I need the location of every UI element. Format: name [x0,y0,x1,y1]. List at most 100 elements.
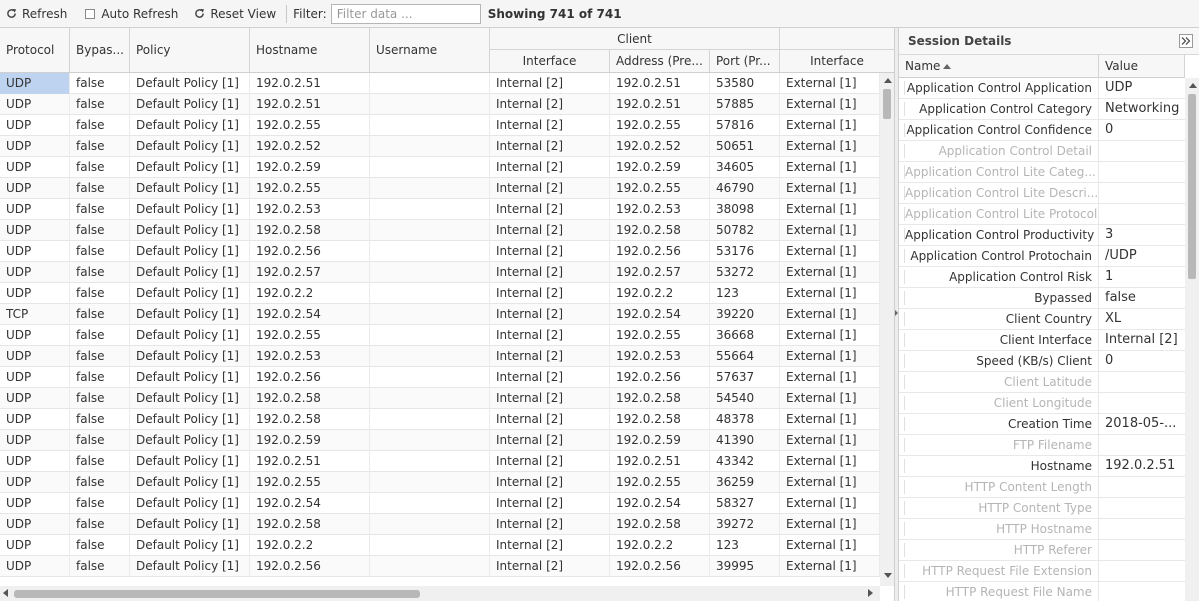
cell-username[interactable] [370,514,490,535]
detail-row[interactable]: Client Interface Internal [2] [899,330,1185,351]
cell-protocol[interactable]: UDP [0,451,70,472]
cell-policy[interactable]: Default Policy [1] [130,262,250,283]
cell-policy[interactable]: Default Policy [1] [130,514,250,535]
cell-protocol[interactable]: UDP [0,241,70,262]
cell-server-interface[interactable]: External [1] [780,535,880,556]
cell-username[interactable] [370,157,490,178]
cell-bypassed[interactable]: false [70,304,130,325]
table-row[interactable]: UDP false Default Policy [1] 192.0.2.56 Inte… [0,367,880,388]
cell-server-interface[interactable]: External [1] [780,325,880,346]
cell-client-address[interactable]: 192.0.2.55 [610,472,710,493]
detail-row[interactable]: Client Country XL [899,309,1185,330]
cell-policy[interactable]: Default Policy [1] [130,409,250,430]
cell-client-address[interactable]: 192.0.2.51 [610,451,710,472]
cell-policy[interactable]: Default Policy [1] [130,451,250,472]
scroll-thumb[interactable] [14,590,420,598]
cell-protocol[interactable]: UDP [0,388,70,409]
table-row[interactable]: UDP false Default Policy [1] 192.0.2.52 Inte… [0,136,880,157]
table-row[interactable]: UDP false Default Policy [1] 192.0.2.58 Inte… [0,409,880,430]
cell-client-address[interactable]: 192.0.2.58 [610,220,710,241]
cell-policy[interactable]: Default Policy [1] [130,241,250,262]
detail-row[interactable]: Hostname 192.0.2.51 [899,456,1185,477]
cell-server-interface[interactable]: External [1] [780,178,880,199]
detail-row[interactable]: Application Control Detail [899,141,1185,162]
cell-hostname[interactable]: 192.0.2.56 [250,241,370,262]
cell-server-interface[interactable]: External [1] [780,241,880,262]
cell-server-interface[interactable]: External [1] [780,472,880,493]
filter-input[interactable] [330,3,481,24]
table-row[interactable]: UDP false Default Policy [1] 192.0.2.2 Inter… [0,535,880,556]
detail-row[interactable]: Application Control Lite Descri... [899,183,1185,204]
cell-username[interactable] [370,451,490,472]
cell-server-interface[interactable]: External [1] [780,388,880,409]
cell-protocol[interactable]: UDP [0,493,70,514]
table-row[interactable]: UDP false Default Policy [1] 192.0.2.55 Inte… [0,178,880,199]
scroll-up-arrow[interactable] [884,78,892,83]
cell-protocol[interactable]: UDP [0,136,70,157]
cell-hostname[interactable]: 192.0.2.51 [250,94,370,115]
cell-client-address[interactable]: 192.0.2.54 [610,493,710,514]
cell-bypassed[interactable]: false [70,325,130,346]
cell-username[interactable] [370,199,490,220]
cell-protocol[interactable]: UDP [0,262,70,283]
column-header-name[interactable]: Name [899,55,1099,77]
table-row[interactable]: UDP false Default Policy [1] 192.0.2.59 Inte… [0,157,880,178]
scroll-right-arrow[interactable] [868,589,873,597]
detail-row[interactable]: Bypassed false [899,288,1185,309]
detail-row[interactable]: HTTP Content Type [899,498,1185,519]
table-row[interactable]: UDP false Default Policy [1] 192.0.2.55 Inte… [0,472,880,493]
cell-client-port[interactable]: 53272 [710,262,780,283]
cell-client-address[interactable]: 192.0.2.56 [610,556,710,577]
cell-hostname[interactable]: 192.0.2.59 [250,157,370,178]
detail-row[interactable]: HTTP Request File Extension [899,561,1185,582]
cell-server-interface[interactable]: External [1] [780,262,880,283]
cell-client-address[interactable]: 192.0.2.55 [610,178,710,199]
detail-row[interactable]: HTTP Request File Name [899,582,1185,601]
table-row[interactable]: UDP false Default Policy [1] 192.0.2.55 Inte… [0,325,880,346]
cell-username[interactable] [370,262,490,283]
cell-client-port[interactable]: 39995 [710,556,780,577]
cell-client-port[interactable]: 48378 [710,409,780,430]
cell-hostname[interactable]: 192.0.2.55 [250,115,370,136]
cell-client-interface[interactable]: Internal [2] [490,346,610,367]
scroll-down-arrow[interactable] [884,573,892,578]
table-row[interactable]: UDP false Default Policy [1] 192.0.2.51 Inte… [0,94,880,115]
cell-bypassed[interactable]: false [70,115,130,136]
cell-protocol[interactable]: UDP [0,346,70,367]
cell-policy[interactable]: Default Policy [1] [130,283,250,304]
cell-hostname[interactable]: 192.0.2.56 [250,367,370,388]
cell-hostname[interactable]: 192.0.2.58 [250,220,370,241]
column-header-value[interactable]: Value [1099,55,1185,77]
cell-client-interface[interactable]: Internal [2] [490,430,610,451]
cell-client-port[interactable]: 54540 [710,388,780,409]
table-row[interactable]: UDP false Default Policy [1] 192.0.2.55 Inte… [0,115,880,136]
cell-client-interface[interactable]: Internal [2] [490,262,610,283]
cell-protocol[interactable]: UDP [0,220,70,241]
cell-client-address[interactable]: 192.0.2.53 [610,346,710,367]
cell-client-port[interactable]: 34605 [710,157,780,178]
auto-refresh-checkbox[interactable] [85,8,96,19]
cell-bypassed[interactable]: false [70,472,130,493]
column-header-username[interactable]: Username [370,28,490,72]
cell-bypassed[interactable]: false [70,346,130,367]
cell-bypassed[interactable]: false [70,157,130,178]
scroll-left-arrow[interactable] [3,589,8,597]
cell-protocol[interactable]: UDP [0,472,70,493]
cell-hostname[interactable]: 192.0.2.58 [250,409,370,430]
detail-row[interactable]: Application Control Application UDP [899,78,1185,99]
auto-refresh-toggle[interactable]: Auto Refresh [79,3,184,25]
cell-protocol[interactable]: UDP [0,115,70,136]
detail-row[interactable]: Client Longitude [899,393,1185,414]
cell-client-interface[interactable]: Internal [2] [490,472,610,493]
cell-username[interactable] [370,472,490,493]
cell-server-interface[interactable]: External [1] [780,199,880,220]
column-header-client-port[interactable]: Port (Pr... [710,50,780,72]
cell-username[interactable] [370,409,490,430]
column-header-client-address[interactable]: Address (Pre... [610,50,710,72]
cell-bypassed[interactable]: false [70,178,130,199]
cell-server-interface[interactable]: External [1] [780,346,880,367]
cell-server-interface[interactable]: External [1] [780,304,880,325]
table-row[interactable]: UDP false Default Policy [1] 192.0.2.57 Inte… [0,262,880,283]
cell-hostname[interactable]: 192.0.2.55 [250,325,370,346]
cell-hostname[interactable]: 192.0.2.55 [250,472,370,493]
